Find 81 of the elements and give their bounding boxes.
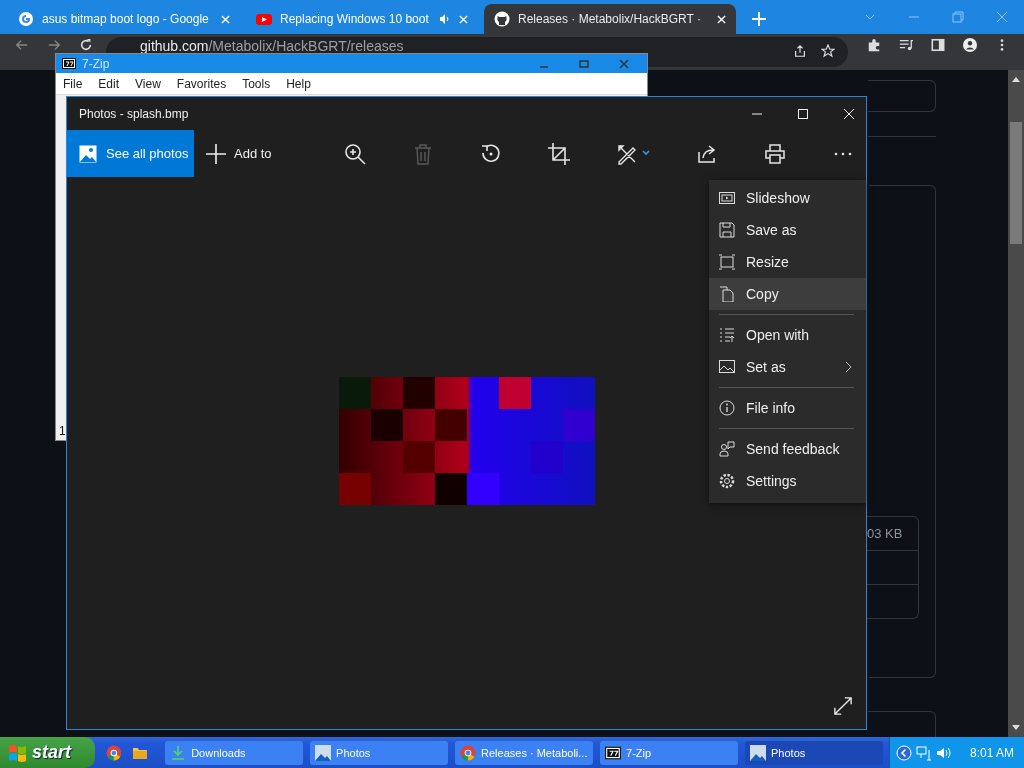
feedback-icon (719, 441, 735, 457)
side-panel-icon[interactable] (931, 38, 945, 52)
browser-tab[interactable]: asus bitmap boot logo - Google (8, 4, 240, 34)
edit-icon[interactable] (616, 142, 650, 165)
app-logo-icon (62, 58, 76, 69)
window-title: Photos - splash.bmp (79, 106, 189, 121)
menu-item[interactable]: Set as (709, 351, 866, 383)
scroll-thumb[interactable] (1010, 122, 1022, 244)
menu-item[interactable]: Send feedback (709, 424, 866, 465)
taskbar-button[interactable]: Photos (310, 740, 449, 765)
scrollbar[interactable] (1008, 70, 1024, 737)
youtube-icon (256, 11, 272, 27)
media-icon[interactable] (899, 38, 913, 52)
copy-icon (719, 286, 735, 302)
app-logo-icon (605, 744, 622, 761)
star-icon[interactable] (821, 44, 835, 58)
tab-title: asus bitmap boot logo - Google (42, 12, 210, 26)
taskbar-button[interactable]: Releases · Metaboli... (455, 740, 594, 765)
profile-icon[interactable] (963, 38, 977, 52)
share-icon[interactable] (793, 44, 807, 58)
image-icon (315, 744, 332, 761)
menu-item[interactable]: Settings (709, 465, 866, 497)
menu-item[interactable]: Edit (98, 76, 120, 91)
reload-icon[interactable] (79, 38, 93, 52)
scroll-down-icon[interactable] (1012, 725, 1020, 731)
expand-tray-icon[interactable] (895, 744, 912, 761)
taskbar-button[interactable]: 7-Zip (600, 740, 738, 765)
menu-item[interactable]: File (63, 76, 83, 91)
menu-item[interactable]: Slideshow (709, 182, 866, 214)
menu-item[interactable]: Copy (709, 278, 866, 310)
menu-item[interactable]: View (135, 76, 161, 91)
menu-item[interactable]: Favorites (176, 76, 227, 91)
zoom-in-icon[interactable] (344, 142, 366, 165)
status-text: 1 (59, 424, 67, 438)
image-icon (79, 144, 97, 163)
download-icon (170, 744, 187, 761)
start-button[interactable]: start (0, 737, 95, 768)
search-field[interactable] (868, 80, 936, 112)
chevron-right-icon (845, 361, 852, 373)
puzzle-icon[interactable] (867, 38, 881, 52)
tab-title: Releases · Metabolix/HackBGRT · (518, 12, 702, 26)
taskbar-button[interactable]: Downloads (165, 740, 304, 765)
print-icon[interactable] (764, 142, 786, 165)
browser-tab[interactable]: Replacing Windows 10 boot (246, 4, 478, 34)
setas-icon (719, 359, 735, 375)
menu-item[interactable]: Tools (242, 76, 271, 91)
browser-tab[interactable]: Releases · Metabolix/HackBGRT · (484, 4, 736, 34)
see-all-photos-button[interactable]: See all photos (67, 130, 194, 177)
menu-item[interactable]: Resize (709, 246, 866, 278)
windows-flag-icon (8, 742, 28, 763)
google-icon (18, 11, 34, 27)
github-icon (494, 11, 510, 27)
info-icon (719, 400, 735, 416)
plus-icon (206, 143, 226, 164)
close-tab-icon[interactable] (717, 14, 726, 24)
menu-item[interactable]: Save as (709, 214, 866, 246)
image-icon (750, 744, 766, 761)
crop-icon[interactable] (548, 142, 570, 165)
rotate-icon[interactable] (480, 142, 502, 165)
scroll-up-icon[interactable] (1012, 76, 1020, 82)
fullscreen-icon[interactable] (834, 697, 852, 715)
taskbar-button[interactable]: Photos (745, 740, 883, 765)
clock: 8:01 AM (969, 745, 1014, 760)
tab-title: Replacing Windows 10 boot (280, 12, 430, 26)
new-tab-icon[interactable] (752, 12, 766, 26)
chrome-icon (460, 744, 477, 761)
slideshow-icon (719, 190, 735, 206)
share-icon[interactable] (696, 142, 718, 165)
asset-size: 03 KB (867, 526, 903, 541)
settings-icon (719, 473, 735, 489)
open-icon (719, 327, 735, 343)
chrome-icon[interactable] (105, 744, 122, 761)
forward-icon[interactable] (47, 38, 61, 52)
back-icon[interactable] (15, 38, 29, 52)
speaker-icon[interactable] (439, 13, 451, 25)
add-to-button[interactable]: Add to (194, 130, 284, 177)
menu-item[interactable]: Help (286, 76, 311, 91)
menu-item[interactable]: Open with (709, 310, 866, 351)
menu-item[interactable]: File info (709, 383, 866, 424)
save-icon (719, 222, 735, 238)
resize-icon (719, 254, 735, 270)
